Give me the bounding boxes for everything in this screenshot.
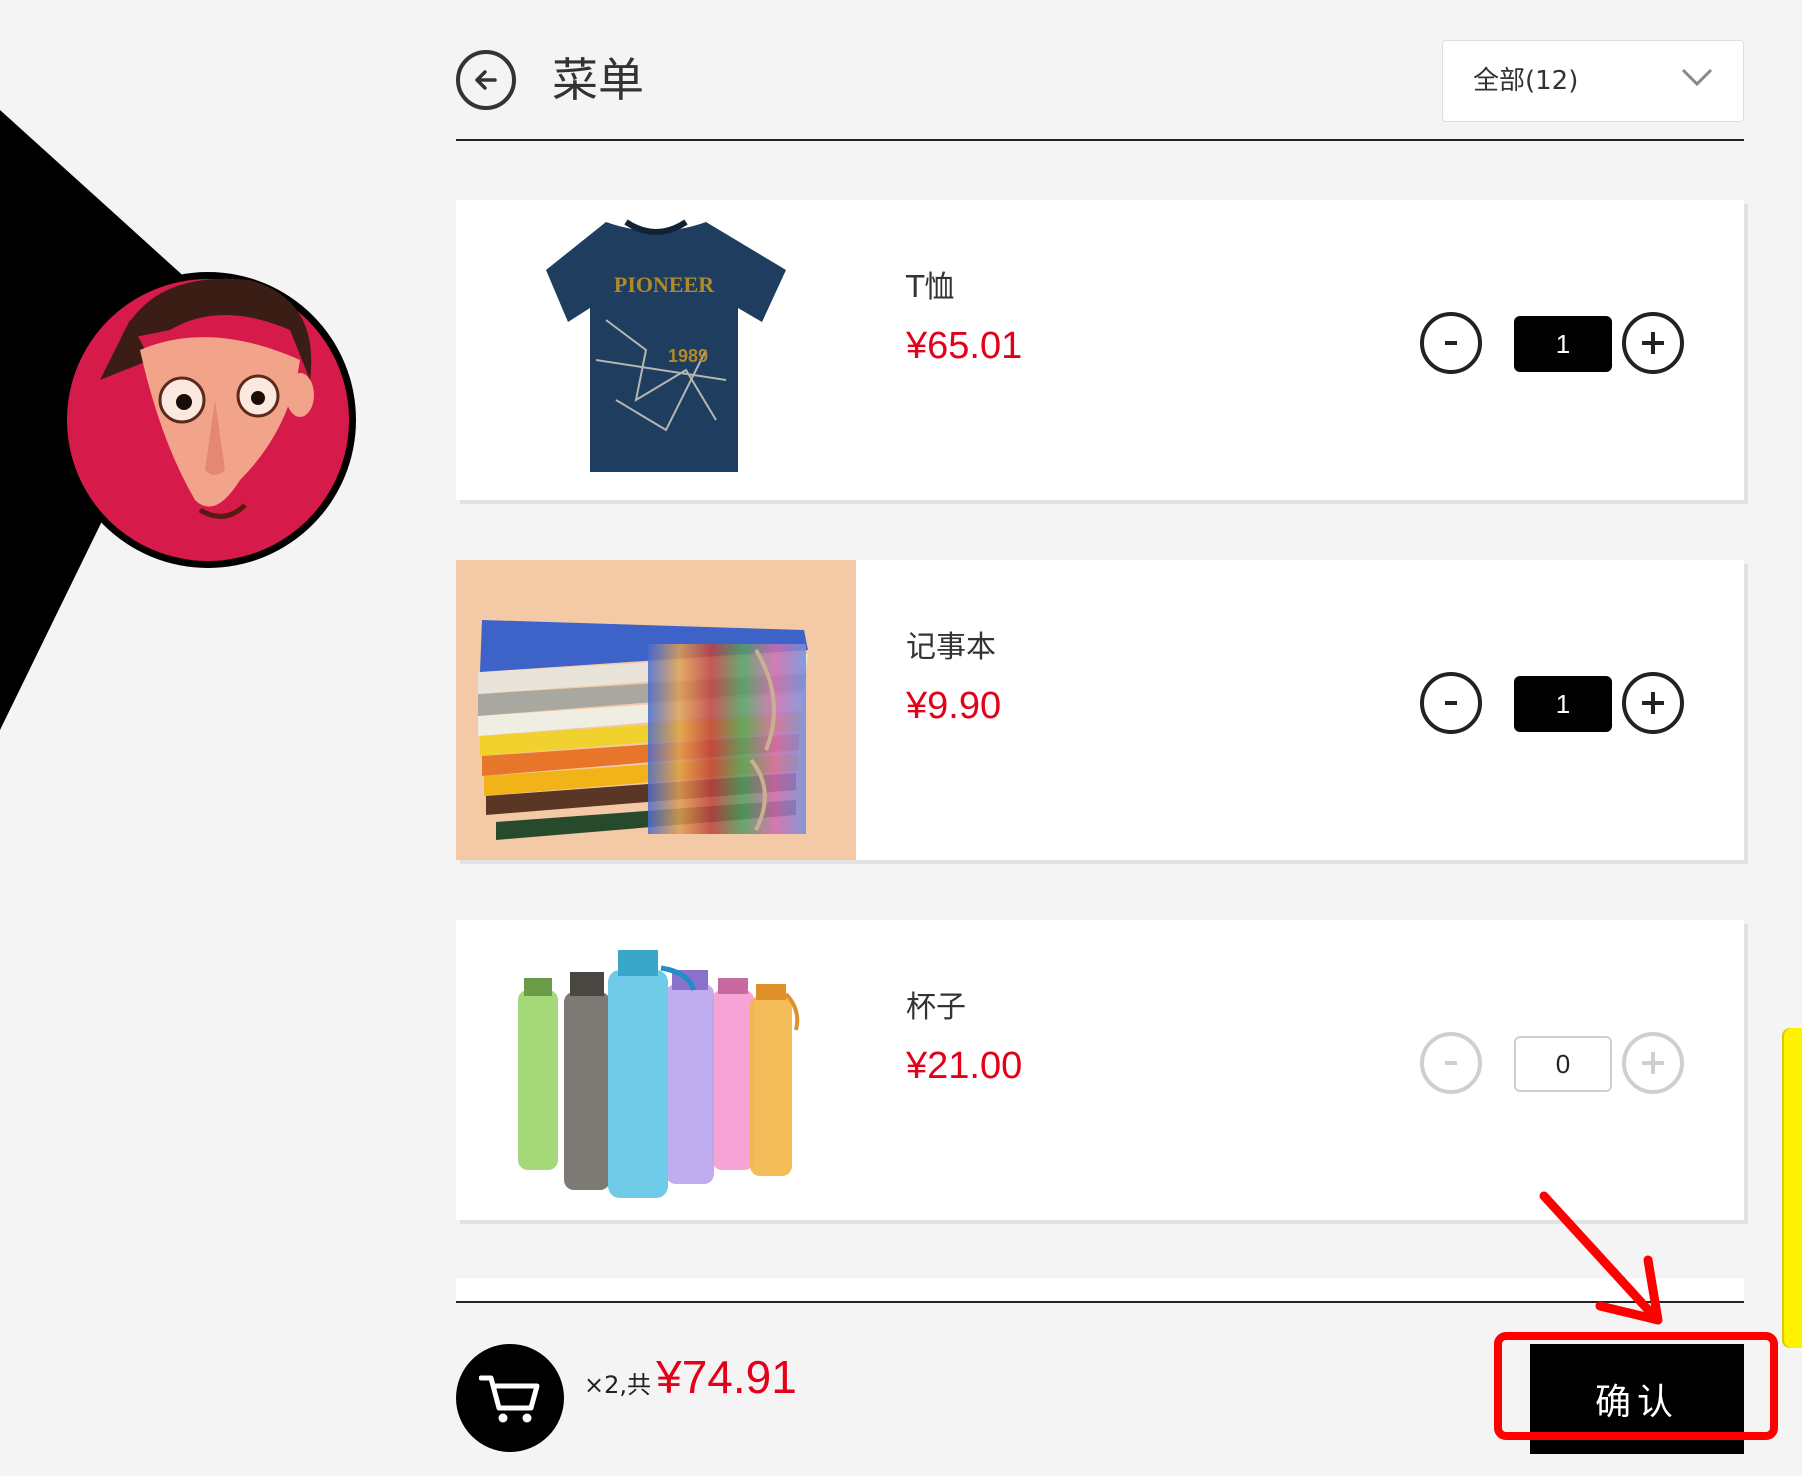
cart-summary: ×2,共 ¥74.91 (584, 1350, 797, 1404)
product-card: 记事本 ¥9.90 1 (456, 560, 1744, 860)
increase-quantity-button[interactable] (1622, 1032, 1684, 1094)
product-name: 记事本 (906, 630, 996, 665)
arrow-left-icon (475, 70, 497, 90)
quantity-stepper: 1 (1420, 312, 1684, 374)
tshirt-print-year: 1989 (668, 346, 708, 366)
filter-selected-value: 全部(12) (1473, 66, 1579, 96)
decrease-quantity-button[interactable] (1420, 672, 1482, 734)
page-title: 菜单 (552, 53, 644, 107)
header: 菜单 全部(12) (456, 40, 1744, 140)
increase-quantity-button[interactable] (1622, 312, 1684, 374)
side-feedback-tab[interactable] (1784, 1028, 1802, 1348)
product-name: T恤 (906, 270, 955, 305)
quantity-value[interactable]: 1 (1514, 676, 1612, 732)
plus-icon (1642, 332, 1664, 354)
chevron-down-icon (1681, 68, 1713, 87)
decrease-quantity-button[interactable] (1420, 312, 1482, 374)
product-name: 杯子 (906, 990, 966, 1025)
product-card: 杯子 ¥21.00 0 (456, 920, 1744, 1220)
quantity-value[interactable]: 0 (1514, 1036, 1612, 1092)
product-price: ¥9.90 (906, 685, 1002, 727)
product-card: PIONEER 1989 T恤 ¥65.01 1 (456, 200, 1744, 500)
cart-total-price: ¥74.91 (656, 1351, 797, 1403)
water-bottles-image (456, 920, 856, 1220)
notebook-stack-image (456, 560, 856, 860)
minus-icon (1445, 701, 1457, 705)
decrease-quantity-button[interactable] (1420, 1032, 1482, 1094)
product-price: ¥65.01 (906, 325, 1023, 367)
quantity-stepper: 0 (1420, 1032, 1684, 1094)
minus-icon (1445, 1061, 1457, 1065)
shopping-cart-icon (479, 1375, 540, 1423)
header-divider (456, 139, 1744, 141)
quantity-stepper: 1 (1420, 672, 1684, 734)
product-price: ¥21.00 (906, 1045, 1023, 1087)
plus-icon (1642, 1052, 1664, 1074)
minus-icon (1445, 341, 1457, 345)
cart-item-count: ×2,共 (584, 1371, 652, 1399)
tshirt-print-text: PIONEER (614, 272, 715, 297)
back-button[interactable] (456, 50, 516, 110)
avatar (60, 272, 356, 568)
cart-button[interactable] (456, 1344, 564, 1452)
footer-divider (456, 1301, 1744, 1303)
product-card-partial (456, 1278, 1744, 1302)
tshirt-image: PIONEER 1989 (456, 200, 856, 500)
left-decoration (0, 110, 356, 730)
category-filter-select[interactable]: 全部(12) (1442, 40, 1744, 122)
confirm-button[interactable]: 确认 (1530, 1344, 1744, 1454)
quantity-value[interactable]: 1 (1514, 316, 1612, 372)
plus-icon (1642, 692, 1664, 714)
increase-quantity-button[interactable] (1622, 672, 1684, 734)
